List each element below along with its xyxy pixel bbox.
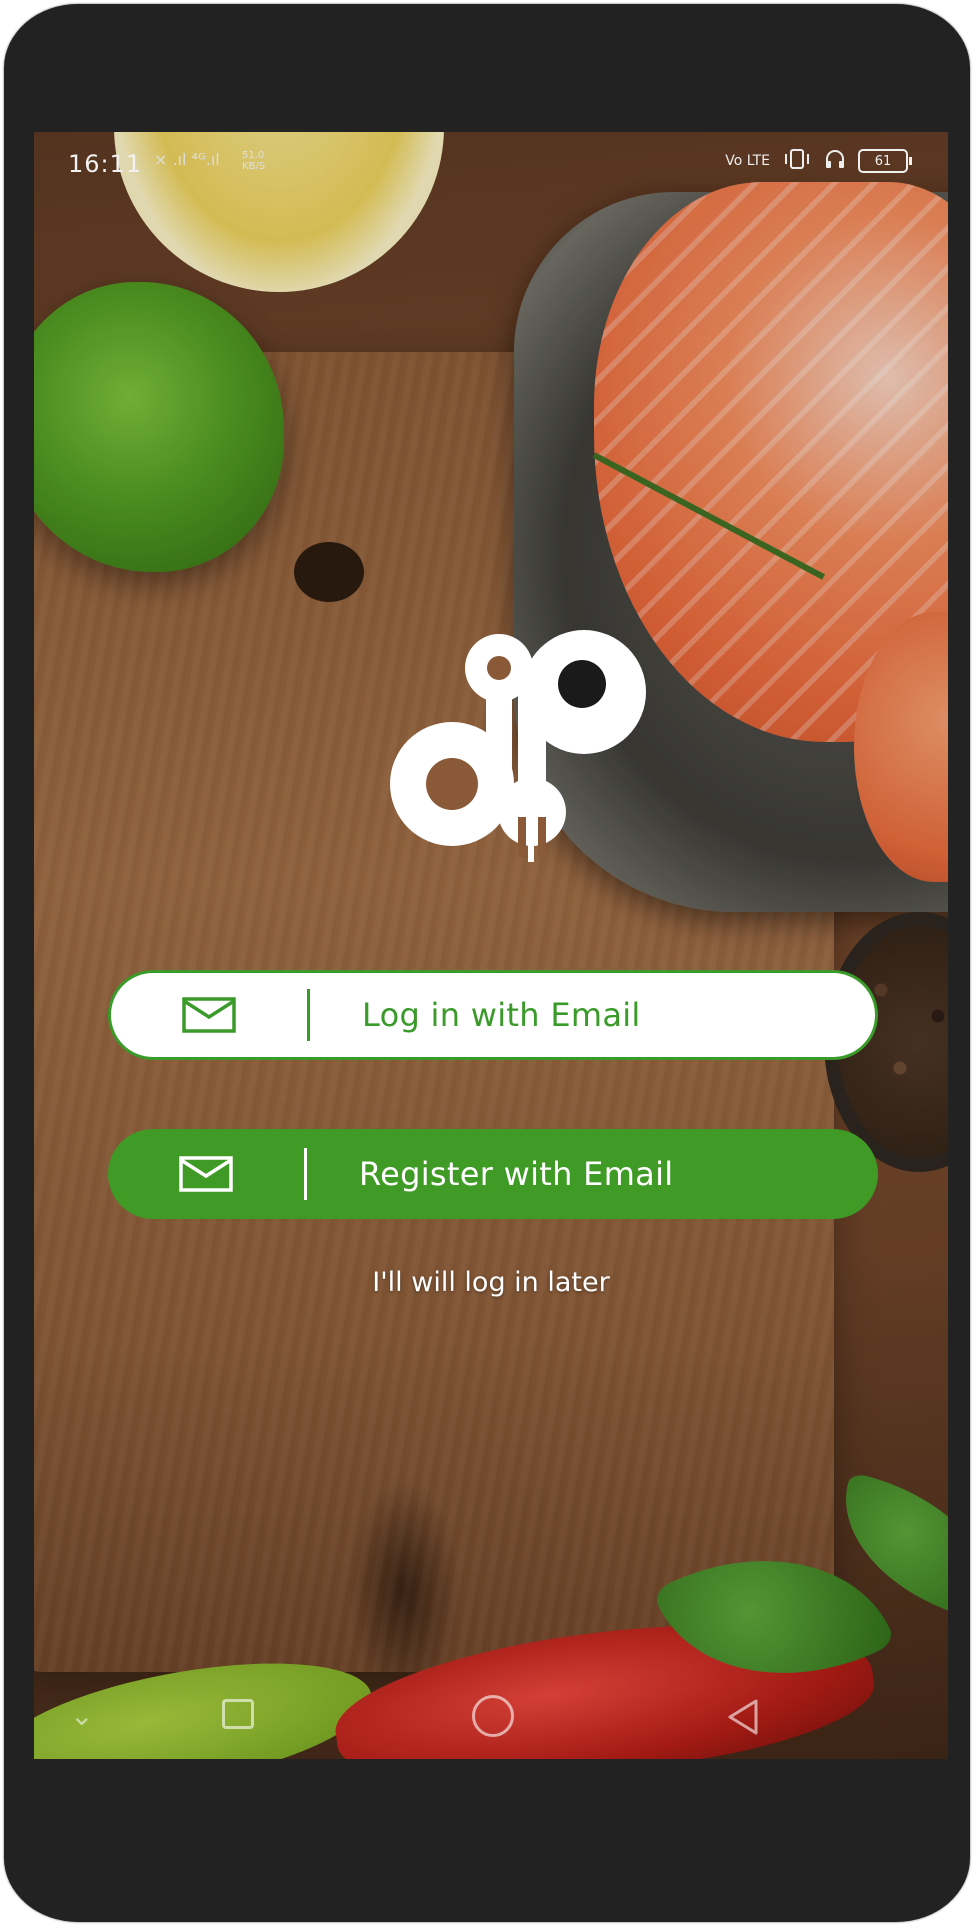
register-email-button[interactable]: Register with Email [108, 1129, 878, 1219]
status-bar: 16:11 × .ıl ⁴ᴳ.ıl 51.0 KB/S Vo LTE 61 [34, 132, 948, 196]
log-in-later-link[interactable]: I'll will log in later [34, 1267, 948, 1298]
login-email-button[interactable]: Log in with Email [108, 970, 878, 1060]
battery-level: 61 [874, 153, 892, 169]
login-email-label: Log in with Email [362, 996, 641, 1034]
network-speed-value: 51.0 [242, 150, 265, 161]
status-time: 16:11 [68, 150, 143, 178]
headphones-icon [824, 148, 846, 174]
volte-icon: Vo LTE [725, 153, 770, 169]
dp-logo [384, 622, 664, 862]
back-button[interactable] [724, 1697, 760, 1741]
phone-frame: 16:11 × .ıl ⁴ᴳ.ıl 51.0 KB/S Vo LTE 61 Lo… [4, 4, 970, 1922]
app-screen: 16:11 × .ıl ⁴ᴳ.ıl 51.0 KB/S Vo LTE 61 Lo… [34, 132, 948, 1759]
recents-button[interactable] [222, 1699, 254, 1729]
network-speed-unit: KB/S [242, 161, 266, 172]
signal-icon: × .ıl ⁴ᴳ.ıl [154, 150, 220, 169]
mail-icon [111, 997, 307, 1033]
battery-icon: 61 [858, 149, 912, 173]
status-icons: Vo LTE 61 [725, 148, 912, 174]
register-email-label: Register with Email [359, 1155, 674, 1193]
chevron-down-icon[interactable]: ⌄ [70, 1699, 93, 1732]
navigation-bar: ⌄ [34, 1673, 948, 1759]
network-speed: 51.0 KB/S [242, 150, 265, 172]
vibrate-icon [782, 148, 812, 174]
home-button[interactable] [472, 1695, 514, 1737]
mail-icon [108, 1156, 304, 1192]
photo-overlay [34, 132, 948, 1759]
